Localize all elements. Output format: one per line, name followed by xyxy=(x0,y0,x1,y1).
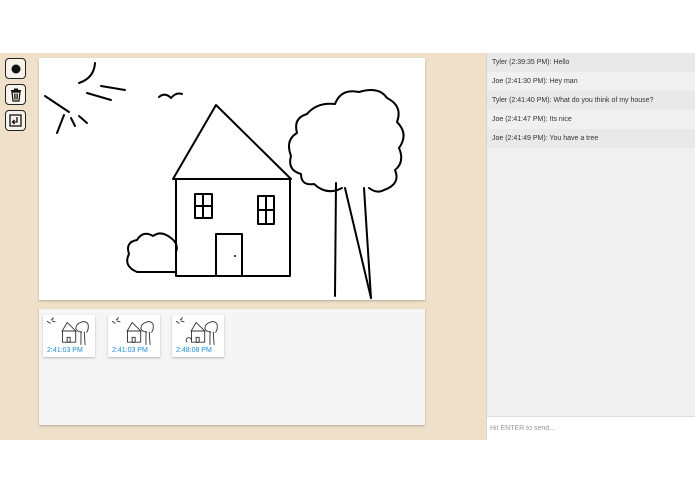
drawing-toolbar xyxy=(5,58,29,136)
chat-message: Joe (2:41:49 PM): You have a tree xyxy=(487,129,695,148)
chat-message: Tyler (2:41:40 PM): What do you think of… xyxy=(487,91,695,110)
snapshot-thumbnail[interactable]: 2:48:08 PM xyxy=(172,315,224,357)
snapshot-gallery: 2:41:03 PM 2:41:03 PM 2:48:08 PM xyxy=(39,309,425,425)
delete-button[interactable] xyxy=(5,84,26,105)
chat-message: Joe (2:41:30 PM): Hey man xyxy=(492,78,578,85)
snapshot-time: 2:48:08 PM xyxy=(176,347,212,354)
chat-panel: Tyler (2:39:35 PM): Hello Joe (2:41:30 P… xyxy=(486,53,695,440)
bush-stroke xyxy=(126,232,178,273)
trash-icon xyxy=(10,88,21,102)
snapshot-preview xyxy=(111,317,154,345)
sun-ray-stroke xyxy=(70,117,76,127)
snapshot-thumbnail[interactable]: 2:41:03 PM xyxy=(43,315,95,357)
door-knob-stroke xyxy=(234,255,236,257)
chat-message: Joe (2:41:47 PM): Its nice xyxy=(492,116,572,123)
chat-input[interactable] xyxy=(487,416,695,440)
drawing-canvas[interactable] xyxy=(39,58,425,300)
record-icon xyxy=(11,64,20,73)
record-button[interactable] xyxy=(5,58,26,79)
snapshot-preview xyxy=(175,317,218,345)
save-button[interactable] xyxy=(5,110,26,131)
save-arrow-icon xyxy=(9,114,22,127)
roof-stroke xyxy=(172,104,292,180)
snapshot-preview xyxy=(46,317,89,345)
sun-stroke xyxy=(78,62,96,84)
house-drawing xyxy=(44,62,405,299)
chat-message-list: Tyler (2:39:35 PM): Hello Joe (2:41:30 P… xyxy=(487,53,695,148)
house-wall-stroke xyxy=(175,178,291,277)
chat-message: Tyler (2:39:35 PM): Hello xyxy=(487,53,695,72)
sun-ray-stroke xyxy=(100,85,126,91)
tree-canopy-stroke xyxy=(288,89,405,193)
snapshot-time: 2:41:03 PM xyxy=(47,347,83,354)
sun-ray-stroke xyxy=(86,92,112,101)
sun-ray-stroke xyxy=(44,95,70,113)
sun-ray-stroke xyxy=(56,114,65,134)
sun-ray-stroke xyxy=(78,115,88,124)
snapshot-thumbnail[interactable]: 2:41:03 PM xyxy=(108,315,160,357)
bird-stroke xyxy=(158,92,183,99)
tree-trunk-stroke xyxy=(334,182,337,297)
snapshot-time: 2:41:03 PM xyxy=(112,347,148,354)
door-stroke xyxy=(215,233,243,277)
